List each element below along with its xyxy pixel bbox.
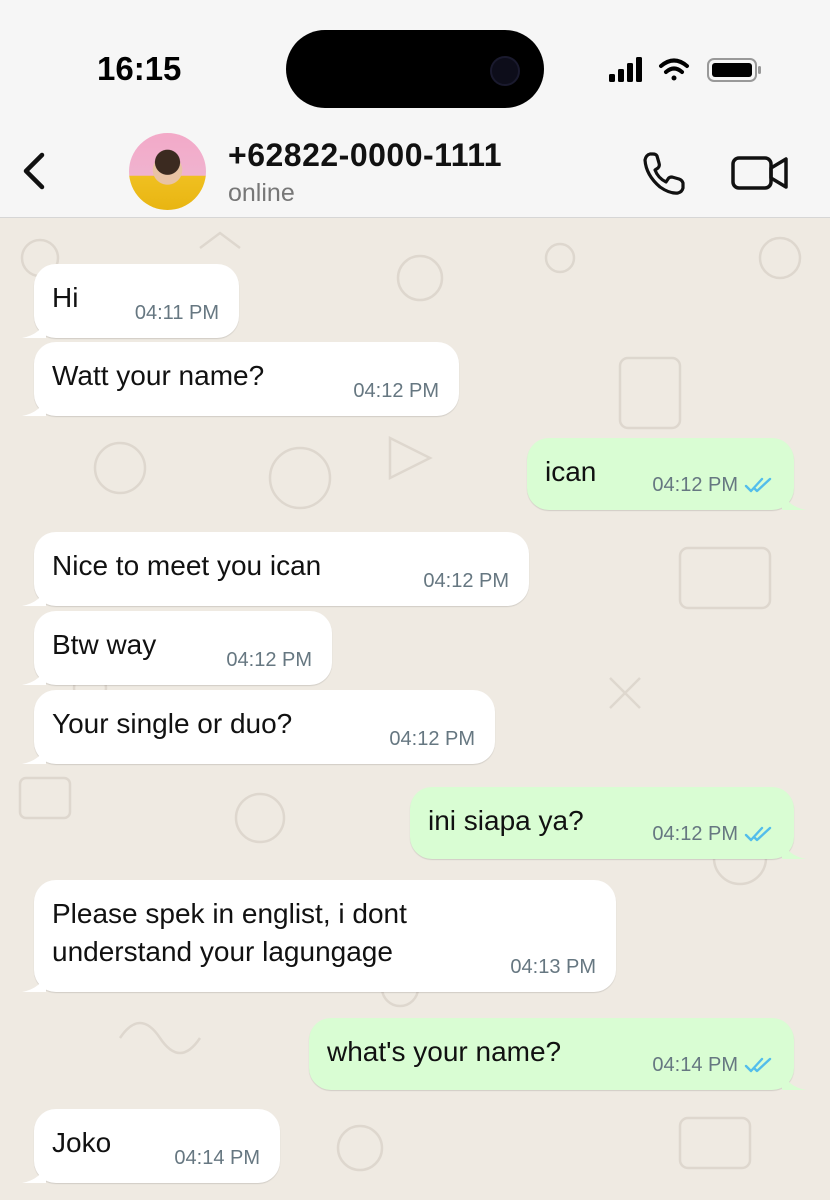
video-call-icon[interactable]: [730, 153, 790, 193]
message-meta: 04:12 PM: [389, 728, 475, 750]
avatar[interactable]: [129, 133, 206, 210]
incoming-message[interactable]: Your single or duo? 04:12 PM: [22, 690, 495, 764]
read-receipt-icon: [744, 1057, 772, 1073]
message-time: 04:14 PM: [652, 1054, 738, 1076]
message-meta: 04:12 PM: [652, 823, 774, 845]
bubble-tail: [22, 396, 46, 416]
contact-name[interactable]: +62822-0000-1111: [228, 137, 502, 174]
incoming-message[interactable]: Watt your name? 04:12 PM: [22, 342, 459, 416]
message-time: 04:12 PM: [389, 728, 475, 750]
bubble-tail: [22, 744, 46, 764]
message-text: Your single or duo?: [52, 708, 293, 739]
battery-icon: [707, 58, 761, 82]
signal-icon: [609, 57, 642, 82]
incoming-message[interactable]: Hi 04:11 PM: [22, 264, 239, 338]
message-time: 04:14 PM: [174, 1147, 260, 1169]
message-text: Please spek in englist, i dont understan…: [52, 898, 407, 967]
bubble-tail: [22, 586, 46, 606]
camera-icon: [490, 56, 520, 86]
bubble-tail: [782, 490, 806, 510]
message-time: 04:12 PM: [652, 823, 738, 845]
bubble-tail: [22, 972, 46, 992]
status-time: 16:15: [97, 50, 182, 87]
back-arrow-icon[interactable]: [18, 149, 52, 193]
message-text: Nice to meet you ican: [52, 550, 322, 581]
bubble-tail: [22, 665, 46, 685]
incoming-message[interactable]: Nice to meet you ican 04:12 PM: [22, 532, 529, 606]
message-meta: 04:12 PM: [353, 380, 439, 402]
bubble-tail: [782, 1070, 806, 1090]
incoming-message[interactable]: Joko 04:14 PM: [22, 1109, 280, 1183]
message-text: ican: [545, 456, 597, 487]
message-text: Joko: [52, 1127, 112, 1158]
outgoing-message[interactable]: ini siapa ya? 04:12 PM: [410, 787, 806, 859]
voice-call-icon[interactable]: [640, 149, 688, 197]
contact-status: online: [228, 179, 295, 207]
message-time: 04:12 PM: [652, 474, 738, 496]
message-meta: 04:13 PM: [510, 956, 596, 978]
message-text: what's your name?: [327, 1036, 562, 1067]
outgoing-message[interactable]: what's your name? 04:14 PM: [309, 1018, 806, 1090]
status-icons: [609, 57, 761, 82]
bubble-tail: [22, 1163, 46, 1183]
message-meta: 04:14 PM: [652, 1054, 774, 1076]
message-meta: 04:12 PM: [652, 474, 774, 496]
message-time: 04:12 PM: [423, 570, 509, 592]
message-time: 04:12 PM: [353, 380, 439, 402]
message-time: 04:13 PM: [510, 956, 596, 978]
chat-area[interactable]: Hi 04:11 PM Watt your name? 04:12 PM ican 04:…: [0, 218, 830, 1200]
message-meta: 04:11 PM: [135, 302, 219, 324]
dynamic-island: [286, 30, 544, 108]
message-meta: 04:12 PM: [423, 570, 509, 592]
wifi-icon: [659, 58, 689, 81]
bubble-tail: [22, 318, 46, 338]
outgoing-message[interactable]: ican 04:12 PM: [527, 438, 806, 510]
read-receipt-icon: [744, 826, 772, 842]
status-bar: 16:15: [0, 0, 830, 125]
message-meta: 04:12 PM: [226, 649, 312, 671]
message-text: Watt your name?: [52, 360, 265, 391]
message-text: ini siapa ya?: [428, 805, 584, 836]
message-text: Btw way: [52, 629, 157, 660]
bubble-tail: [782, 839, 806, 859]
read-receipt-icon: [744, 477, 772, 493]
incoming-message[interactable]: Btw way 04:12 PM: [22, 611, 332, 685]
message-time: 04:12 PM: [226, 649, 312, 671]
message-text: Hi: [52, 282, 79, 313]
incoming-message[interactable]: Please spek in englist, i dont understan…: [22, 880, 616, 992]
message-meta: 04:14 PM: [174, 1147, 260, 1169]
chat-header: +62822-0000-1111 online: [0, 125, 830, 218]
message-time: 04:11 PM: [134, 302, 219, 324]
